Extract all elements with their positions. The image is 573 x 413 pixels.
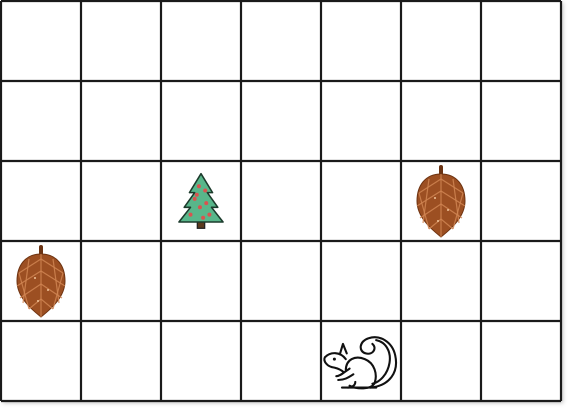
board-cell-r0-c4[interactable] — [321, 1, 401, 81]
board-cell-r0-c1[interactable] — [81, 1, 161, 81]
board-cell-r4-c1[interactable] — [81, 321, 161, 401]
board-cell-r1-c6[interactable] — [481, 81, 561, 161]
board-cell-r1-c0[interactable] — [1, 81, 81, 161]
game-board — [0, 0, 563, 403]
board-cell-r3-c1[interactable] — [81, 241, 161, 321]
board-cell-r0-c5[interactable] — [401, 1, 481, 81]
board-cell-r2-c1[interactable] — [81, 161, 161, 241]
board-cell-r4-c6[interactable] — [481, 321, 561, 401]
board-cell-r1-c4[interactable] — [321, 81, 401, 161]
board-cell-r4-c5[interactable] — [401, 321, 481, 401]
board-cell-r0-c0[interactable] — [1, 1, 81, 81]
board-cell-r2-c3[interactable] — [241, 161, 321, 241]
board-cell-r1-c2[interactable] — [161, 81, 241, 161]
board-cell-r3-c5[interactable] — [401, 241, 481, 321]
board-cell-r4-c3[interactable] — [241, 321, 321, 401]
board-cell-r3-c6[interactable] — [481, 241, 561, 321]
board-cell-r3-c3[interactable] — [241, 241, 321, 321]
board-cell-r1-c1[interactable] — [81, 81, 161, 161]
board-cell-r3-c4[interactable] — [321, 241, 401, 321]
board-cell-r0-c2[interactable] — [161, 1, 241, 81]
board-cell-r0-c6[interactable] — [481, 1, 561, 81]
board-cell-r2-c0[interactable] — [1, 161, 81, 241]
board-cell-r3-c2[interactable] — [161, 241, 241, 321]
board-cell-r1-c3[interactable] — [241, 81, 321, 161]
board-cell-r4-c0[interactable] — [1, 321, 81, 401]
board-cell-r4-c2[interactable] — [161, 321, 241, 401]
board-cell-r0-c3[interactable] — [241, 1, 321, 81]
board-cell-r2-c4[interactable] — [321, 161, 401, 241]
board-cell-r2-c6[interactable] — [481, 161, 561, 241]
board-cell-r1-c5[interactable] — [401, 81, 481, 161]
